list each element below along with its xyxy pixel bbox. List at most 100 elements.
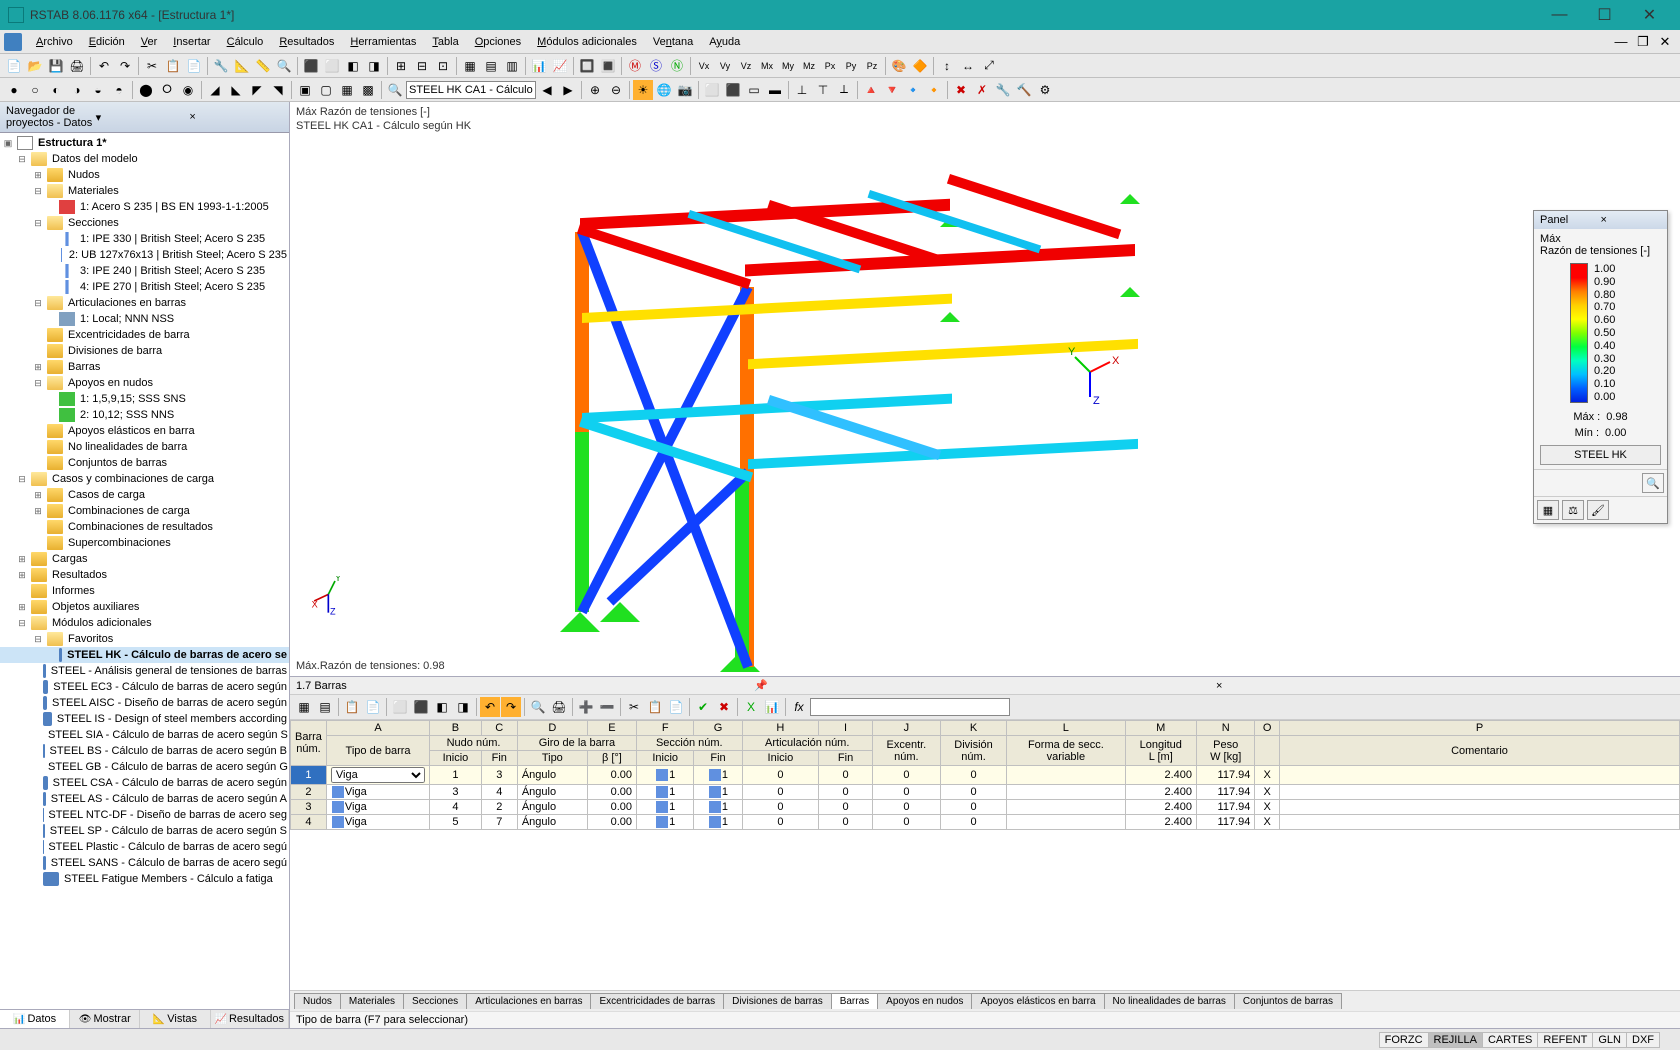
tt-t[interactable]: 📊	[762, 697, 782, 717]
table-tab-3[interactable]: Articulaciones en barras	[466, 993, 591, 1009]
tb2-ah[interactable]: 🔸	[924, 80, 944, 100]
cell-sec-f[interactable]: 1	[694, 800, 742, 815]
cell-comment[interactable]	[1280, 766, 1680, 785]
table-tab-8[interactable]: Apoyos elásticos en barra	[971, 993, 1104, 1009]
cell-art-i[interactable]: 0	[742, 800, 819, 815]
tb2-p[interactable]: ▦	[337, 80, 357, 100]
panel-module-button[interactable]: STEEL HK	[1540, 445, 1661, 465]
tb-j[interactable]: ⊟	[412, 56, 432, 76]
tb-q[interactable]: 🔲	[577, 56, 597, 76]
cell-fin[interactable]: 7	[481, 815, 517, 830]
tree-resultados[interactable]: ⊞Resultados	[0, 567, 289, 583]
tb2-b[interactable]: ○	[25, 80, 45, 100]
tree-no-linealidades[interactable]: No linealidades de barra	[0, 439, 289, 455]
tree-steel-is[interactable]: STEEL IS - Design of steel members accor…	[0, 711, 289, 727]
tree-apoyo-2[interactable]: 2: 10,12; SSS NNS	[0, 407, 289, 423]
tb-v6[interactable]: Mz	[799, 56, 819, 76]
cell-peso[interactable]: 117.94	[1197, 785, 1255, 800]
tree-sec-3[interactable]: 3: IPE 240 | British Steel; Acero S 235	[0, 263, 289, 279]
tb2-t[interactable]: ⊖	[606, 80, 626, 100]
panel-zoom-icon[interactable]: 🔍	[1642, 473, 1664, 493]
tb-c[interactable]: 📏	[253, 56, 273, 76]
tb-o[interactable]: 📊	[529, 56, 549, 76]
tb-v1[interactable]: Vx	[694, 56, 714, 76]
tb2-ag[interactable]: 🔹	[903, 80, 923, 100]
tb-i[interactable]: ⊞	[391, 56, 411, 76]
menu-ayuda[interactable]: Ayuda	[701, 34, 748, 50]
tree-steel-gb[interactable]: STEEL GB - Cálculo de barras de acero se…	[0, 759, 289, 775]
tb-z[interactable]: ↔	[958, 56, 978, 76]
cell-art-i[interactable]: 0	[742, 815, 819, 830]
menu-tabla[interactable]: Tabla	[424, 34, 466, 50]
menu-edicion[interactable]: Edición	[81, 34, 133, 50]
panel-close[interactable]: ×	[1601, 214, 1662, 226]
tb-undo[interactable]: ↶	[94, 56, 114, 76]
load-case-combo[interactable]	[406, 81, 536, 99]
cell-sec-f[interactable]: 1	[694, 766, 742, 785]
panel-tab-3[interactable]: 🖌	[1587, 500, 1609, 520]
cell-forma[interactable]	[1007, 766, 1125, 785]
tb2-aj[interactable]: ✗	[972, 80, 992, 100]
tb-b[interactable]: 📐	[232, 56, 252, 76]
cell-x[interactable]: X	[1255, 815, 1280, 830]
tree-conjuntos[interactable]: Conjuntos de barras	[0, 455, 289, 471]
tt-o[interactable]: ✂	[624, 697, 644, 717]
cell-giro-tipo[interactable]: Ángulo	[517, 815, 587, 830]
tree-objetos-aux[interactable]: ⊞Objetos auxiliares	[0, 599, 289, 615]
mdi-close[interactable]: ✕	[1654, 34, 1676, 50]
tree-divisiones[interactable]: Divisiones de barra	[0, 343, 289, 359]
tb-a[interactable]: 🔧	[211, 56, 231, 76]
tree-nudos[interactable]: ⊞Nudos	[0, 167, 289, 183]
tb-e[interactable]: ⬛	[301, 56, 321, 76]
tt-j[interactable]: ↷	[501, 697, 521, 717]
tb-copy[interactable]: 📋	[163, 56, 183, 76]
tree-steel-sans[interactable]: STEEL SANS - Cálculo de barras de acero …	[0, 855, 289, 871]
tree-supercomb[interactable]: Supercombinaciones	[0, 535, 289, 551]
maximize-button[interactable]: ☐	[1582, 0, 1627, 30]
table-tab-9[interactable]: No linealidades de barras	[1104, 993, 1235, 1009]
table-tab-1[interactable]: Materiales	[340, 993, 404, 1009]
menu-ventana[interactable]: Ventana	[645, 34, 701, 50]
tree-steel-plastic[interactable]: STEEL Plastic - Cálculo de barras de ace…	[0, 839, 289, 855]
tb2-a[interactable]: ●	[4, 80, 24, 100]
cell-div[interactable]: 0	[940, 800, 1006, 815]
tt-f[interactable]: ⬛	[411, 697, 431, 717]
tree-steel-hk[interactable]: STEEL HK - Cálculo de barras de acero se	[0, 647, 289, 663]
cell-art-i[interactable]: 0	[742, 766, 819, 785]
menu-opciones[interactable]: Opciones	[467, 34, 529, 50]
cell-long[interactable]: 2.400	[1125, 815, 1196, 830]
tb-u[interactable]: Ⓝ	[667, 56, 687, 76]
tb2-e[interactable]: ◒	[88, 80, 108, 100]
table-close[interactable]: ×	[1212, 680, 1674, 692]
cell-x[interactable]: X	[1255, 800, 1280, 815]
cell-comment[interactable]	[1280, 800, 1680, 815]
tb2-m[interactable]: ◥	[268, 80, 288, 100]
cell-tipo[interactable]: Viga	[326, 785, 429, 800]
cell-long[interactable]: 2.400	[1125, 800, 1196, 815]
tb2-u[interactable]: ☀	[633, 80, 653, 100]
tb2-r[interactable]: 🔍	[385, 80, 405, 100]
tb2-h[interactable]: ⭘	[157, 80, 177, 100]
cell-sec-f[interactable]: 1	[694, 785, 742, 800]
tree-cargas[interactable]: ⊞Cargas	[0, 551, 289, 567]
tt-p[interactable]: 📋	[645, 697, 665, 717]
tb-paste[interactable]: 📄	[184, 56, 204, 76]
tt-fx[interactable]: fx	[789, 697, 809, 717]
tree-apoyos[interactable]: ⊟Apoyos en nudos	[0, 375, 289, 391]
tb2-s[interactable]: ⊕	[585, 80, 605, 100]
cell-forma[interactable]	[1007, 815, 1125, 830]
tb-x[interactable]: 🔶	[910, 56, 930, 76]
cell-art-f[interactable]: 0	[819, 800, 873, 815]
cell-exc[interactable]: 0	[872, 815, 940, 830]
cell-fin[interactable]: 4	[481, 785, 517, 800]
tb-t[interactable]: Ⓢ	[646, 56, 666, 76]
cell-tipo[interactable]: Viga	[326, 800, 429, 815]
cell-tipo[interactable]: Viga	[326, 766, 429, 785]
cell-sec-i[interactable]: 1	[637, 800, 694, 815]
tb2-aa[interactable]: ▬	[765, 80, 785, 100]
cell-div[interactable]: 0	[940, 815, 1006, 830]
tb-print[interactable]: 🖨	[67, 56, 87, 76]
row-header[interactable]: 3	[291, 800, 327, 815]
cell-art-f[interactable]: 0	[819, 766, 873, 785]
tb-l[interactable]: ▦	[460, 56, 480, 76]
